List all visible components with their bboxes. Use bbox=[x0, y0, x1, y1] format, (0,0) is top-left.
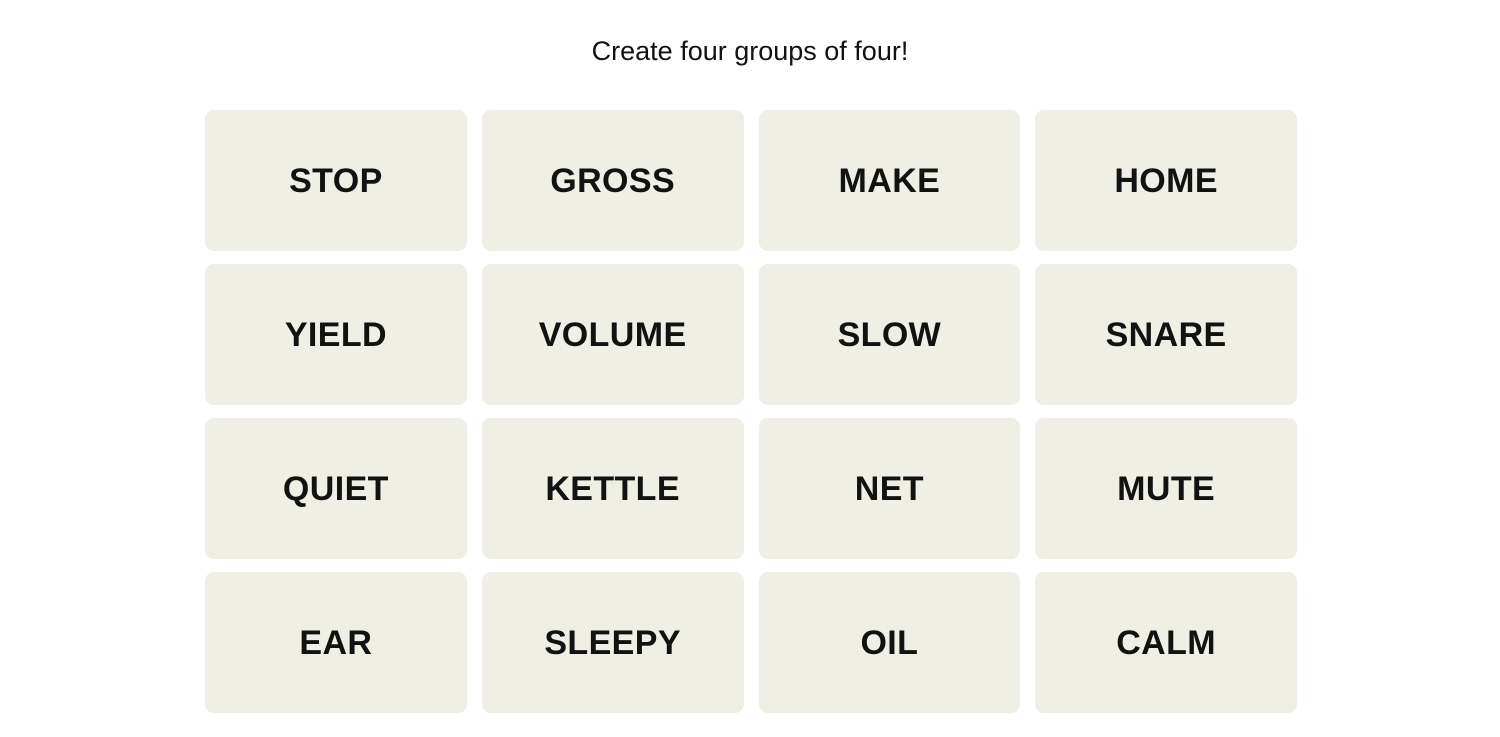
word-tile-grid: STOP GROSS MAKE HOME YIELD VOLUME SLOW S… bbox=[205, 110, 1297, 713]
word-tile-label: GROSS bbox=[550, 161, 676, 200]
word-tile[interactable]: VOLUME bbox=[481, 264, 744, 405]
word-tile[interactable]: YIELD bbox=[205, 264, 467, 405]
word-tile-label: YIELD bbox=[284, 315, 387, 354]
word-tile-label: QUIET bbox=[282, 469, 389, 508]
word-tile-label: OIL bbox=[860, 623, 919, 662]
word-tile[interactable]: GROSS bbox=[481, 110, 744, 251]
word-tile[interactable]: QUIET bbox=[205, 418, 467, 559]
word-tile-label: VOLUME bbox=[538, 315, 687, 354]
word-tile-label: SLEEPY bbox=[544, 623, 681, 662]
word-tile[interactable]: HOME bbox=[1035, 110, 1297, 251]
word-tile-label: CALM bbox=[1116, 623, 1217, 662]
word-tile-label: STOP bbox=[289, 161, 383, 200]
word-tile[interactable]: CALM bbox=[1035, 572, 1297, 713]
word-tile[interactable]: SLEEPY bbox=[481, 572, 744, 713]
word-tile-label: SNARE bbox=[1105, 315, 1227, 354]
word-tile-label: KETTLE bbox=[545, 469, 680, 508]
word-tile[interactable]: MAKE bbox=[758, 110, 1021, 251]
word-tile-label: SLOW bbox=[837, 315, 942, 354]
word-tile[interactable]: OIL bbox=[758, 572, 1021, 713]
word-tile[interactable]: SNARE bbox=[1035, 264, 1297, 405]
connections-game: Create four groups of four! STOP GROSS M… bbox=[0, 0, 1500, 737]
word-tile[interactable]: NET bbox=[758, 418, 1021, 559]
word-tile[interactable]: MUTE bbox=[1035, 418, 1297, 559]
word-tile-label: MUTE bbox=[1117, 469, 1216, 508]
word-tile[interactable]: EAR bbox=[205, 572, 467, 713]
word-tile[interactable]: KETTLE bbox=[481, 418, 744, 559]
word-tile[interactable]: SLOW bbox=[758, 264, 1021, 405]
word-tile-label: MAKE bbox=[838, 161, 941, 200]
word-tile-label: NET bbox=[854, 469, 924, 508]
page-title: Create four groups of four! bbox=[591, 36, 909, 66]
word-tile-label: HOME bbox=[1114, 161, 1218, 200]
word-tile[interactable]: STOP bbox=[205, 110, 467, 251]
word-tile-label: EAR bbox=[299, 623, 373, 662]
